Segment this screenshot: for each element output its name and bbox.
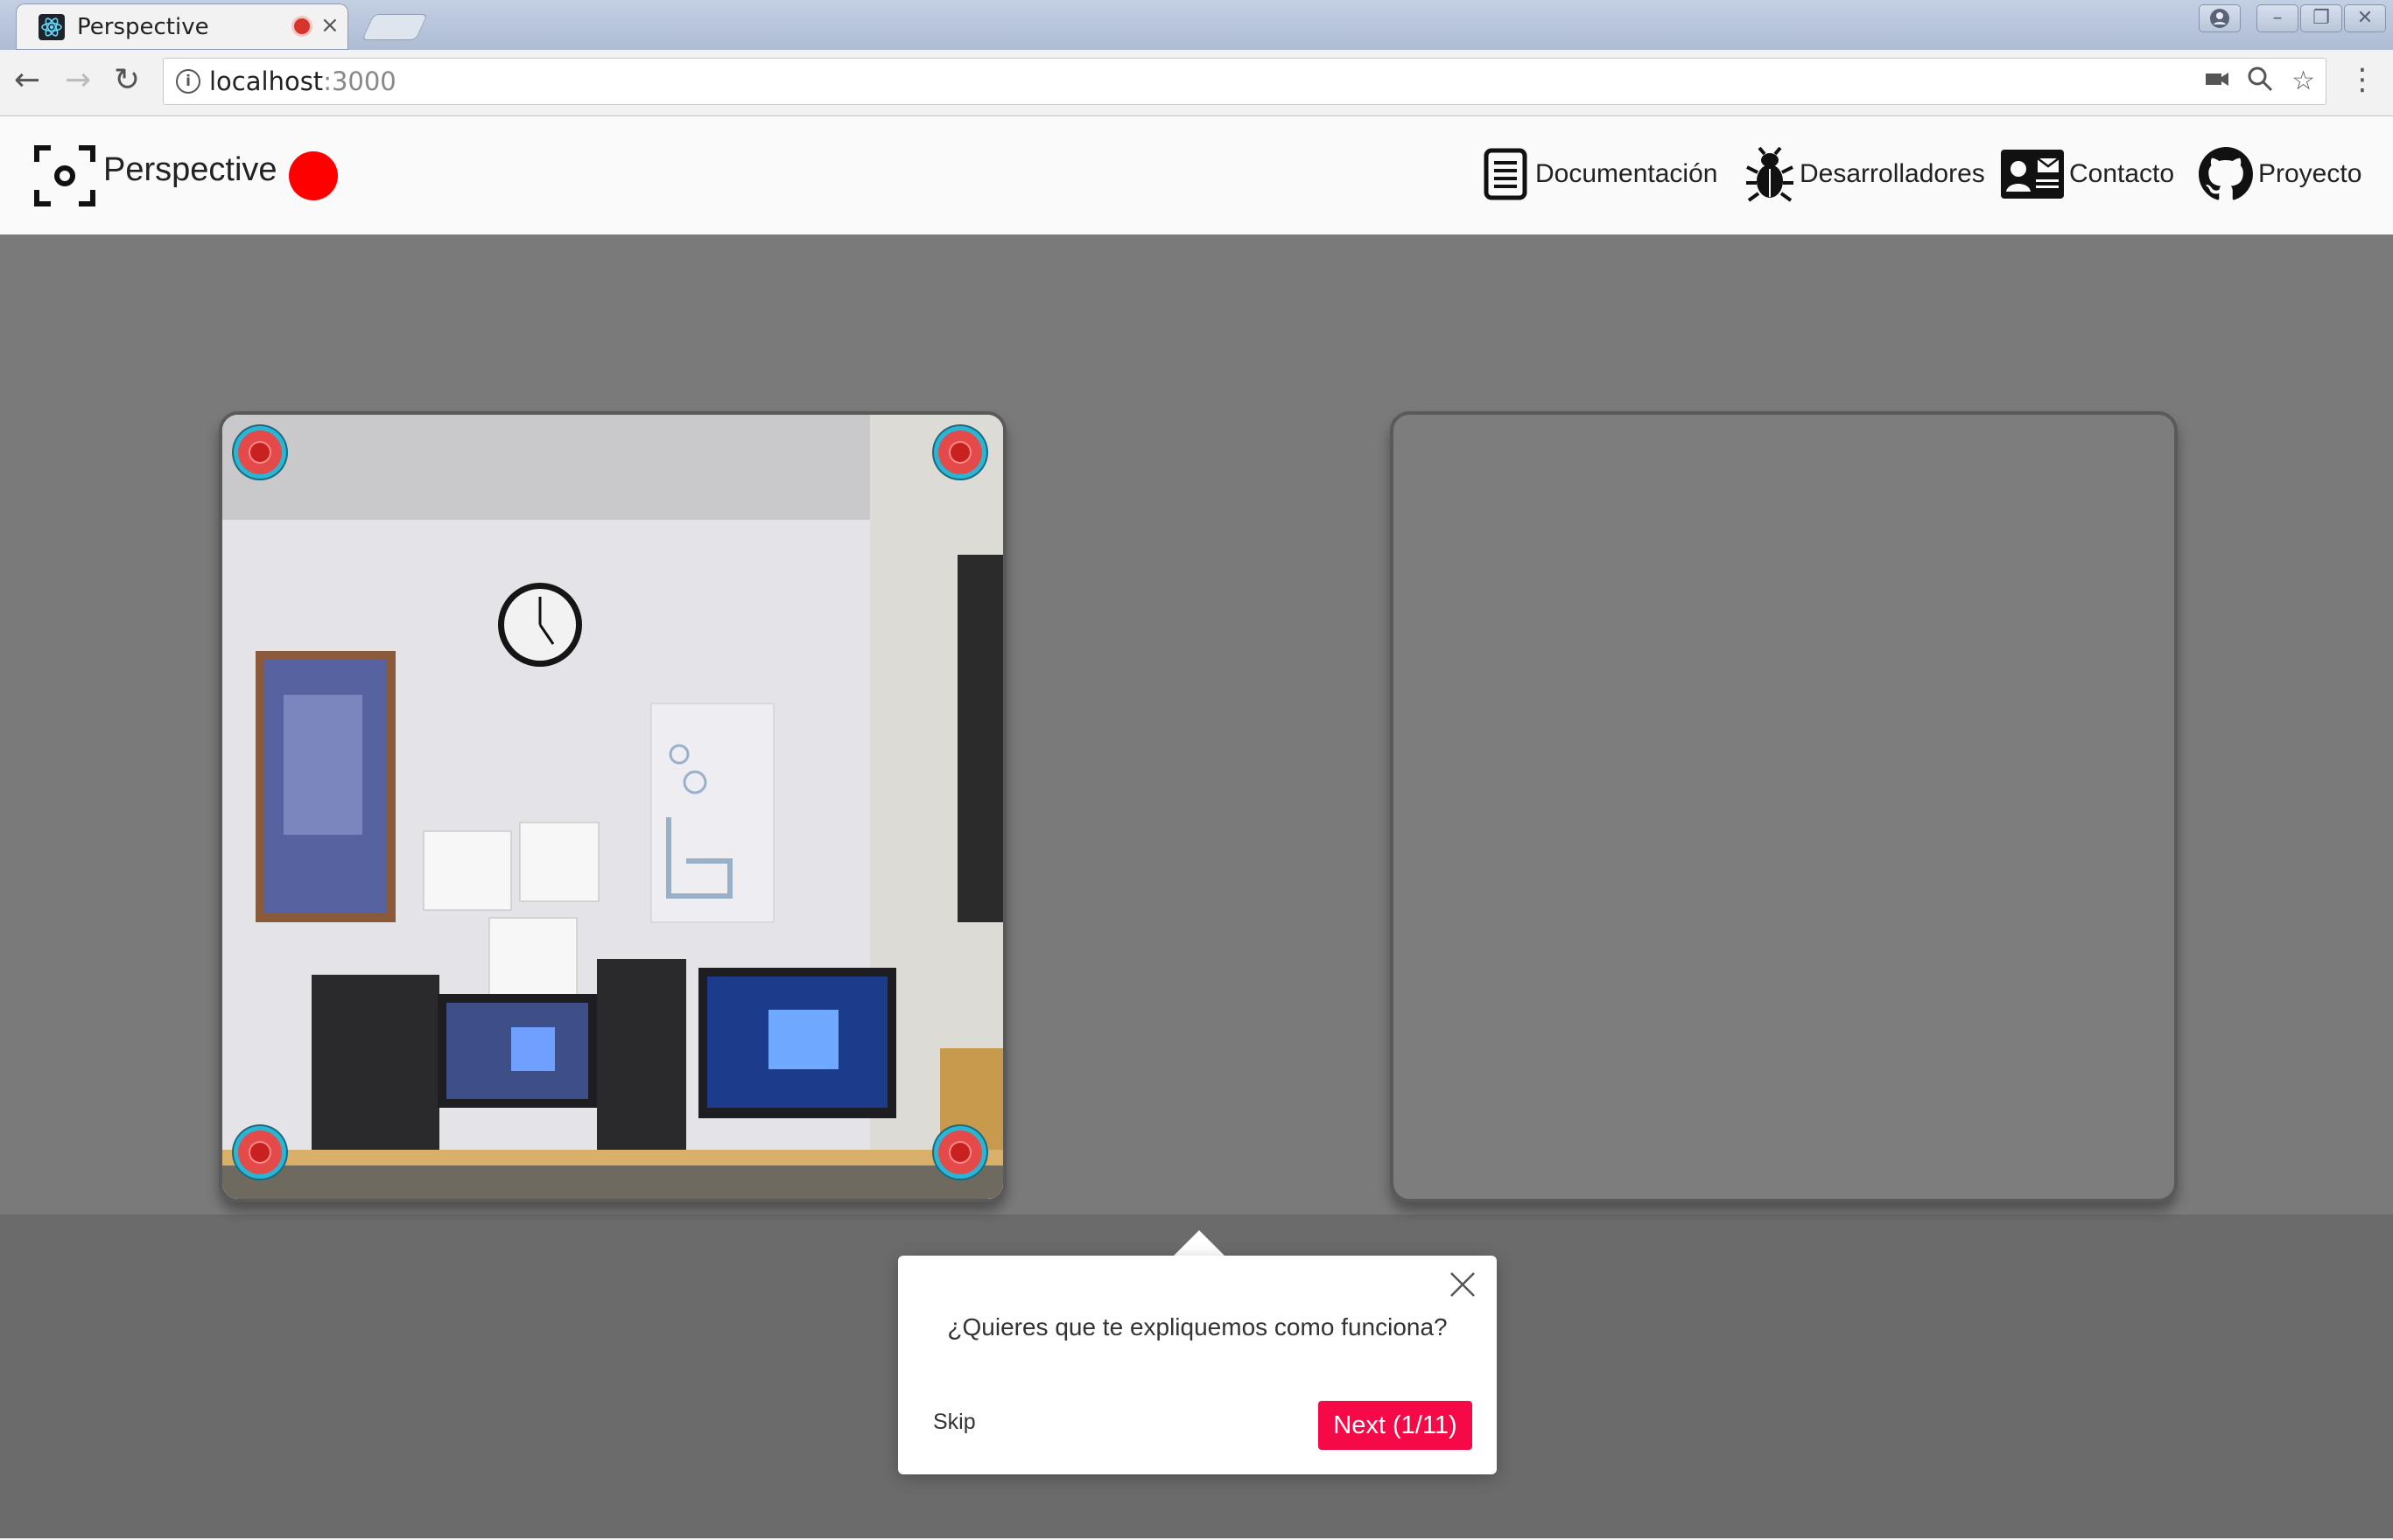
app-header: Perspective Documentación Desarrolladore…: [0, 116, 2393, 234]
camera-feed-panel[interactable]: [219, 411, 1007, 1202]
nav-label: Proyecto: [2258, 159, 2362, 188]
close-icon[interactable]: [1448, 1270, 1477, 1299]
document-icon: [1484, 148, 1527, 200]
nav-label: Documentación: [1535, 159, 1718, 188]
corner-handle-top-left[interactable]: [238, 430, 282, 474]
bookmark-star-icon[interactable]: ☆: [2291, 66, 2315, 96]
browser-menu-icon[interactable]: ⋮: [2347, 62, 2377, 97]
github-icon: [2199, 147, 2253, 200]
forward-icon[interactable]: →: [65, 62, 91, 98]
skip-button[interactable]: Skip: [933, 1410, 976, 1435]
browser-tab[interactable]: Perspective ×: [16, 4, 348, 50]
tour-question: ¿Quieres que te expliquemos como funcion…: [947, 1313, 1448, 1340]
bug-icon: [1746, 146, 1793, 202]
nav-contacto[interactable]: Contacto: [2001, 143, 2174, 206]
close-window-button[interactable]: ✕: [2344, 4, 2386, 32]
camera-feed-image: [222, 415, 1003, 1199]
app-title[interactable]: Perspective: [103, 151, 277, 189]
minimize-button[interactable]: –: [2256, 4, 2298, 32]
site-info-icon[interactable]: i: [176, 69, 200, 94]
address-bar[interactable]: i localhost:3000 ☆: [163, 58, 2326, 105]
nav-label: Desarrolladores: [1800, 159, 1985, 188]
zoom-icon[interactable]: [2247, 66, 2273, 99]
corner-handle-bottom-left[interactable]: [238, 1130, 282, 1174]
tooltip-arrow: [1173, 1230, 1225, 1256]
nav-documentacion[interactable]: Documentación: [1483, 143, 1717, 206]
tab-close-icon[interactable]: ×: [320, 12, 340, 38]
nav-proyecto[interactable]: Proyecto: [2199, 143, 2361, 206]
back-icon[interactable]: ←: [14, 62, 40, 98]
react-favicon-icon: [39, 14, 65, 40]
browser-toolbar: ← → ↻ i localhost:3000 ☆ ⋮: [0, 50, 2393, 116]
corner-handle-bottom-right[interactable]: [938, 1130, 982, 1174]
nav-desarrolladores[interactable]: Desarrolladores: [1745, 143, 1985, 206]
camera-icon[interactable]: [2205, 66, 2229, 99]
account-icon[interactable]: [2199, 4, 2241, 32]
tab-title: Perspective: [77, 14, 209, 40]
restore-button[interactable]: ❐: [2300, 4, 2342, 32]
contact-card-icon: [2001, 150, 2064, 199]
reload-icon[interactable]: ↻: [114, 62, 140, 98]
new-tab-button[interactable]: [361, 14, 428, 40]
url-text: localhost:3000: [209, 66, 396, 96]
nav-label: Contacto: [2069, 159, 2175, 188]
corner-handle-top-right[interactable]: [938, 430, 982, 474]
output-preview-panel: [1390, 411, 2178, 1202]
recording-indicator: [289, 151, 338, 200]
tour-tooltip: ¿Quieres que te expliquemos como funcion…: [898, 1256, 1497, 1474]
next-button[interactable]: Next (1/11): [1318, 1401, 1472, 1450]
browser-tabstrip: Perspective × – ❐ ✕: [0, 0, 2393, 50]
tab-recording-icon: [294, 18, 310, 34]
camera-focus-logo-icon[interactable]: [33, 144, 96, 207]
